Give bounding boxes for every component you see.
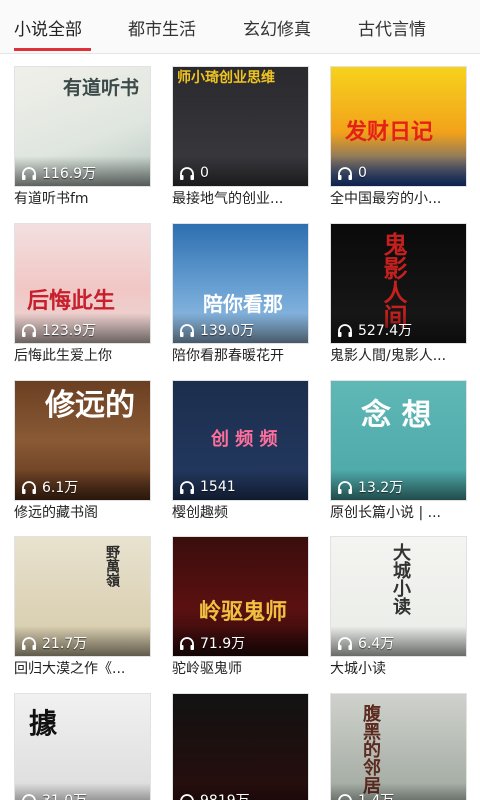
- headphones-icon: [338, 480, 352, 494]
- headphones-icon: [22, 636, 36, 650]
- headphones-icon: [180, 480, 194, 494]
- book-cover[interactable]: 岭驱鬼师 71.9万: [172, 536, 309, 657]
- headphones-icon: [180, 166, 194, 180]
- play-count: 13.2万: [337, 477, 403, 497]
- play-count: 0: [179, 163, 209, 183]
- tab-ancient-romance[interactable]: 古代言情: [358, 15, 426, 40]
- headphones-icon: [338, 793, 352, 800]
- cover-title-text: 后悔此生: [27, 288, 116, 314]
- play-count: 0: [337, 163, 367, 183]
- headphones-icon: [180, 323, 194, 337]
- book-cover[interactable]: 據 31.0万: [14, 693, 151, 800]
- tab-all-novels[interactable]: 小说全部: [14, 15, 82, 40]
- book-title[interactable]: 全中国最穷的小...: [330, 188, 467, 208]
- book-cover[interactable]: 鬼影人间 527.4万: [330, 223, 467, 344]
- book-cover[interactable]: 野萬嶺 21.7万: [14, 536, 151, 657]
- book-cover[interactable]: 后悔此生 123.9万: [14, 223, 151, 344]
- cover-title-text: 大城小读: [390, 543, 411, 615]
- headphones-icon: [338, 323, 352, 337]
- tab-urban-life[interactable]: 都市生活: [128, 15, 196, 40]
- headphones-icon: [22, 166, 36, 180]
- book-title[interactable]: 后悔此生爱上你: [14, 345, 151, 365]
- book-cover[interactable]: 大城小读 6.4万: [330, 536, 467, 657]
- cover-title-text: 修远的: [45, 388, 135, 423]
- play-count: 21.7万: [21, 633, 87, 653]
- headphones-icon: [22, 793, 36, 800]
- headphones-icon: [22, 323, 36, 337]
- cover-title-text: 岭驱鬼师: [199, 599, 288, 625]
- headphones-icon: [338, 636, 352, 650]
- play-count: 1541: [179, 477, 236, 497]
- play-count: 139.0万: [179, 320, 254, 340]
- cover-title-text: 念 想: [361, 398, 432, 433]
- book-title[interactable]: 陪你看那春暖花开: [172, 345, 309, 365]
- play-count: 6.4万: [337, 633, 394, 653]
- book-cover[interactable]: 念 想 13.2万: [330, 380, 467, 501]
- book-title[interactable]: 大城小读: [330, 658, 467, 678]
- book-cover[interactable]: 发财日记 0: [330, 66, 467, 187]
- cover-title-text: 师小琦创业思维: [177, 70, 275, 86]
- play-count: 123.9万: [21, 320, 96, 340]
- cover-title-text: 有道听书: [63, 77, 140, 99]
- play-count: 71.9万: [179, 633, 245, 653]
- book-title[interactable]: 樱创趣频: [172, 502, 309, 522]
- book-cover[interactable]: 腹黑的邻居 1.4万: [330, 693, 467, 800]
- book-title[interactable]: 鬼影人間/鬼影人...: [330, 345, 467, 365]
- cover-title-text: 创 频 频: [211, 429, 278, 450]
- cover-title-text: 陪你看那: [203, 292, 283, 316]
- cover-title-text: 发财日记: [345, 119, 434, 145]
- book-title[interactable]: 驼岭驱鬼师: [172, 658, 309, 678]
- book-cover[interactable]: 创 频 频 1541: [172, 380, 309, 501]
- book-title[interactable]: 最接地气的创业...: [172, 188, 309, 208]
- tab-fantasy[interactable]: 玄幻修真: [243, 15, 311, 40]
- book-cover[interactable]: 有道听书 116.9万: [14, 66, 151, 187]
- book-cover[interactable]: 9819万: [172, 693, 309, 800]
- category-tab-bar: 小说全部 都市生活 玄幻修真 古代言情: [0, 0, 480, 54]
- book-cover[interactable]: 修远的 6.1万: [14, 380, 151, 501]
- book-title[interactable]: 原创长篇小说 | ...: [330, 502, 467, 522]
- book-title[interactable]: 修远的藏书阁: [14, 502, 151, 522]
- book-title[interactable]: 有道听书fm: [14, 188, 151, 208]
- book-cover[interactable]: 陪你看那 139.0万: [172, 223, 309, 344]
- headphones-icon: [180, 793, 194, 800]
- play-count: 31.0万: [21, 790, 87, 800]
- cover-title-text: 據: [29, 707, 58, 740]
- book-cover[interactable]: 师小琦创业思维 0: [172, 66, 309, 187]
- play-count: 1.4万: [337, 790, 394, 800]
- cover-title-text: 野萬嶺: [104, 545, 120, 587]
- cover-title-text: 腹黑的邻居: [360, 704, 381, 794]
- play-count: 9819万: [179, 790, 250, 800]
- play-count: 527.4万: [337, 320, 412, 340]
- headphones-icon: [22, 480, 36, 494]
- play-count: 6.1万: [21, 477, 78, 497]
- play-count: 116.9万: [21, 163, 96, 183]
- headphones-icon: [338, 166, 352, 180]
- active-tab-indicator: [14, 48, 91, 51]
- headphones-icon: [180, 636, 194, 650]
- book-title[interactable]: 回归大漠之作《...: [14, 658, 151, 678]
